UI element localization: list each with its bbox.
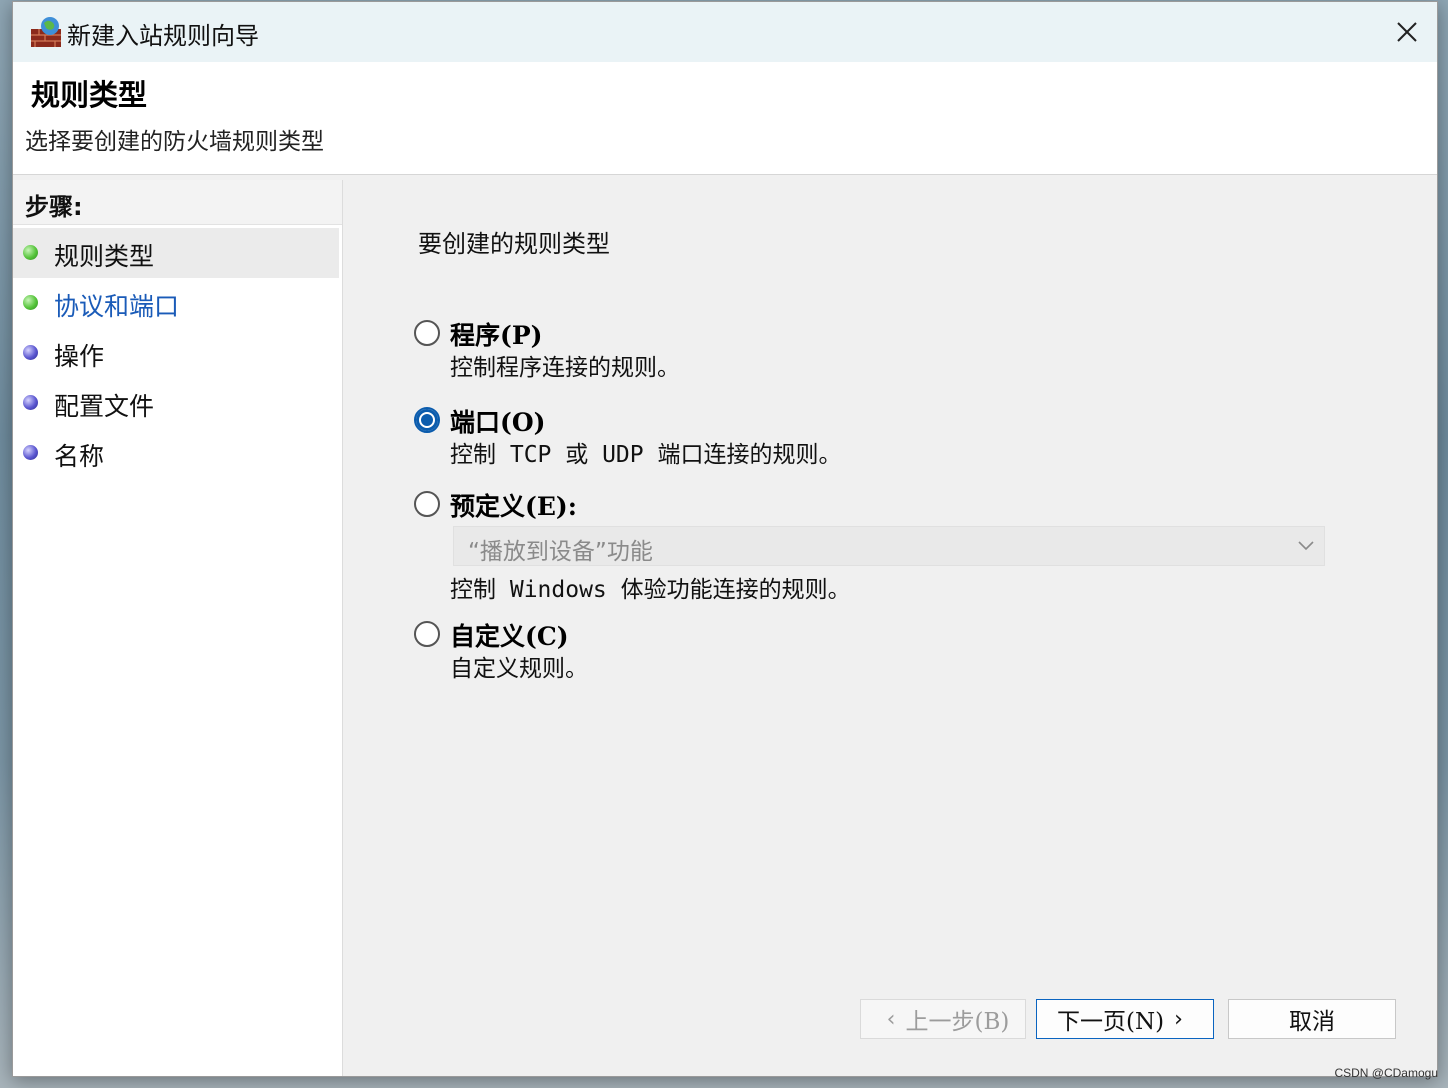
option-description: 控制程序连接的规则。	[450, 355, 680, 381]
option-description: 自定义规则。	[450, 656, 588, 682]
step-complete-dot-icon	[23, 245, 38, 260]
steps-panel: 步骤: 规则类型 协议和端口 操作 配置文件 名称	[13, 180, 343, 1076]
firewall-app-icon	[31, 17, 61, 47]
main-panel: 要创建的规则类型 程序(P) 控制程序连接的规则。 端口(O) 控制 TCP 或…	[347, 180, 1437, 1076]
port-radio[interactable]	[414, 407, 440, 433]
next-button[interactable]: 下一页(N) ›	[1036, 999, 1214, 1039]
step-label: 名称	[54, 442, 105, 471]
step-pending-dot-icon	[23, 395, 38, 410]
window-title: 新建入站规则向导	[67, 22, 259, 50]
page-title: 规则类型	[31, 78, 148, 112]
chevron-left-icon: ‹	[886, 1006, 896, 1032]
wizard-body: 步骤: 规则类型 协议和端口 操作 配置文件 名称 要创建的规则类型 程序(P)…	[13, 175, 1437, 1076]
watermark-text: CSDN @CDamogu	[1334, 1066, 1438, 1080]
step-label: 规则类型	[54, 242, 155, 271]
steps-title: 步骤:	[25, 193, 83, 221]
step-complete-dot-icon	[23, 295, 38, 310]
steps-header: 步骤:	[13, 180, 342, 225]
title-bar: 新建入站规则向导	[13, 2, 1437, 62]
chevron-down-icon	[1298, 541, 1314, 551]
next-button-label: 下一页(N)	[1057, 1009, 1165, 1035]
step-label: 操作	[54, 342, 105, 371]
step-name[interactable]: 名称	[13, 428, 339, 478]
option-label: 自定义(C)	[450, 622, 569, 651]
close-icon	[1397, 22, 1417, 42]
back-button[interactable]: ‹ 上一步(B)	[860, 999, 1026, 1039]
chevron-right-icon: ›	[1174, 1006, 1183, 1032]
step-label: 协议和端口	[54, 292, 180, 321]
option-description: 控制 TCP 或 UDP 端口连接的规则。	[450, 442, 842, 468]
option-description: 控制 Windows 体验功能连接的规则。	[450, 577, 851, 603]
custom-radio[interactable]	[414, 621, 440, 647]
option-label: 预定义(E):	[450, 492, 577, 521]
step-action[interactable]: 操作	[13, 328, 339, 378]
option-label: 程序(P)	[450, 321, 543, 350]
step-pending-dot-icon	[23, 345, 38, 360]
back-button-label: 上一步(B)	[905, 1009, 1010, 1035]
step-protocol-ports[interactable]: 协议和端口	[13, 278, 339, 328]
close-button[interactable]	[1385, 10, 1429, 54]
option-label: 端口(O)	[450, 408, 546, 437]
cancel-button[interactable]: 取消	[1228, 999, 1396, 1039]
step-profile[interactable]: 配置文件	[13, 378, 339, 428]
program-radio[interactable]	[414, 320, 440, 346]
wizard-header: 规则类型 选择要创建的防火墙规则类型	[13, 62, 1437, 175]
wizard-dialog: 新建入站规则向导 规则类型 选择要创建的防火墙规则类型 步骤: 规则类型 协议和…	[12, 1, 1438, 1077]
predefined-select-value: “播放到设备”功能	[468, 539, 653, 565]
step-label: 配置文件	[54, 392, 155, 421]
predefined-radio[interactable]	[414, 491, 440, 517]
rule-type-question: 要创建的规则类型	[418, 230, 610, 258]
step-rule-type[interactable]: 规则类型	[13, 228, 339, 278]
cancel-button-label: 取消	[1289, 1009, 1335, 1035]
step-pending-dot-icon	[23, 445, 38, 460]
predefined-select[interactable]: “播放到设备”功能	[453, 526, 1325, 566]
page-subtitle: 选择要创建的防火墙规则类型	[25, 129, 324, 155]
